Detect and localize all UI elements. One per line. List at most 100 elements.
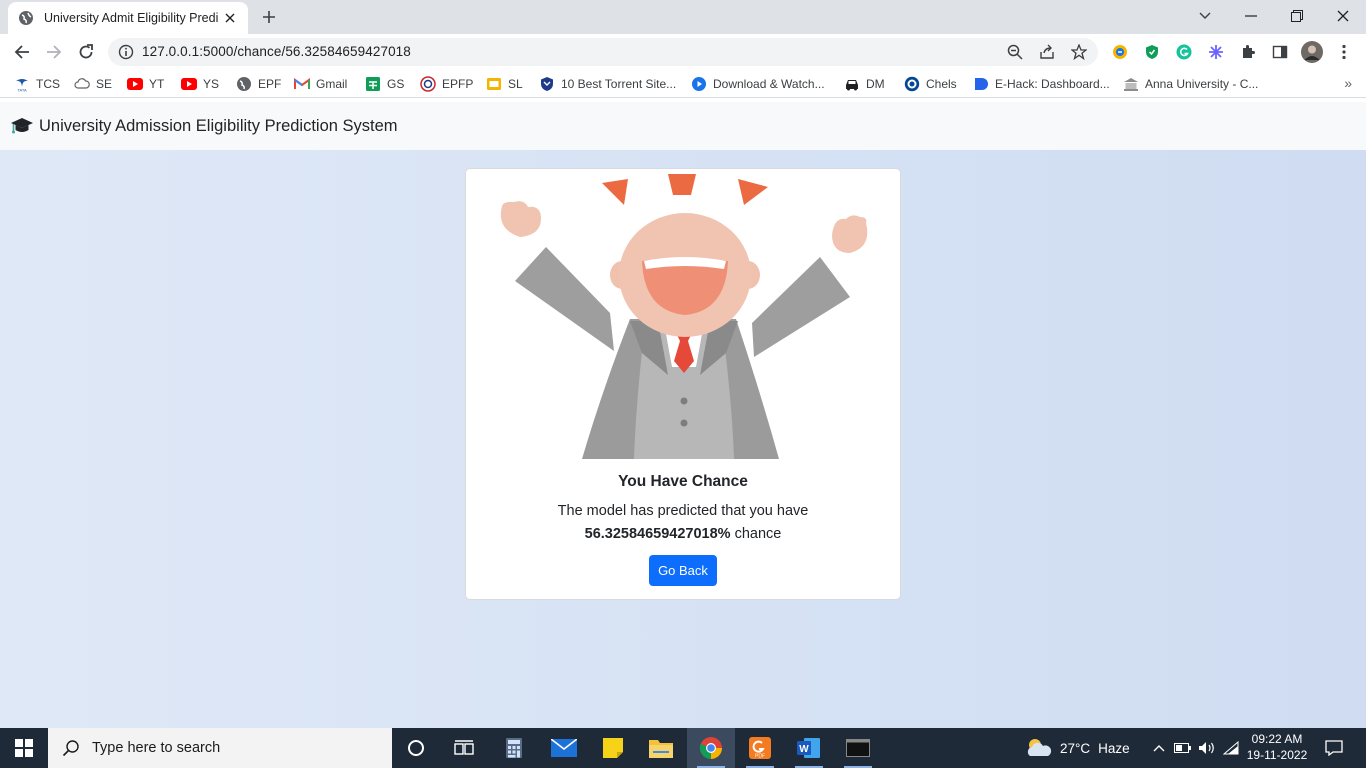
word-app[interactable]: W (785, 728, 833, 768)
page-viewport: University Admission Eligibility Predict… (0, 102, 1366, 728)
taskbar-search[interactable]: Type here to search (48, 728, 392, 768)
clock-time: 09:22 AM (1251, 732, 1303, 746)
cloud-icon (74, 76, 90, 92)
tab-title: University Admit Eligibility Prediction … (44, 11, 218, 25)
side-panel-icon[interactable] (1271, 43, 1289, 61)
sticky-notes-app[interactable] (589, 728, 637, 768)
system-clock[interactable]: 09:22 AM 19-11-2022 (1238, 731, 1316, 763)
zoom-icon[interactable] (1007, 44, 1023, 60)
weather-widget[interactable]: 27°C Haze (1024, 728, 1130, 768)
bookmark-sl[interactable]: SL (486, 75, 523, 93)
youtube-icon (127, 76, 143, 92)
close-window-button[interactable] (1320, 4, 1366, 28)
calculator-app[interactable] (490, 728, 538, 768)
restore-button[interactable] (1274, 4, 1320, 28)
url-text[interactable]: 127.0.0.1:5000/chance/56.32584659427018 (142, 44, 411, 59)
chelsea-icon (904, 76, 920, 92)
windows-logo-icon (15, 739, 33, 757)
volume-icon[interactable] (1198, 739, 1216, 757)
slides-icon (486, 76, 502, 92)
chevron-up-icon[interactable] (1150, 739, 1168, 757)
browser-tab[interactable]: University Admit Eligibility Prediction … (8, 2, 248, 34)
mail-app[interactable] (540, 728, 588, 768)
chance-value: 56.32584659427018% (584, 526, 731, 542)
bookmark-gs[interactable]: GS (365, 75, 404, 93)
bookmark-star-icon[interactable] (1070, 43, 1088, 61)
calculator-icon (506, 738, 522, 758)
tab-strip: University Admit Eligibility Prediction … (0, 0, 1366, 34)
forward-button[interactable] (41, 39, 67, 65)
bookmark-tcs[interactable]: TATA TCS (14, 75, 60, 93)
cortana-button[interactable] (392, 728, 440, 768)
graduation-cap-icon (11, 118, 33, 134)
word-icon: W (797, 738, 820, 758)
bookmark-yt[interactable]: YT (127, 75, 164, 93)
sticky-notes-icon (603, 738, 623, 758)
extension-1-icon[interactable] (1111, 43, 1129, 61)
close-tab-icon[interactable] (222, 10, 238, 26)
terminal-app[interactable] (834, 728, 882, 768)
site-brand[interactable]: University Admission Eligibility Predict… (39, 117, 398, 136)
new-tab-button[interactable] (259, 7, 279, 27)
pdf-app[interactable]: PDF (736, 728, 784, 768)
svg-text:W: W (799, 744, 809, 755)
weather-haze-icon (1027, 739, 1052, 756)
clock-date: 19-11-2022 (1246, 748, 1308, 762)
bookmark-anna-university[interactable]: Anna University - C... (1123, 75, 1258, 93)
windows-taskbar: Type here to search PDF W 27°C Haze 09:2… (0, 728, 1366, 768)
search-icon (62, 740, 79, 757)
extensions-puzzle-icon[interactable] (1239, 43, 1257, 61)
grammarly-icon[interactable] (1175, 43, 1193, 61)
battery-icon[interactable] (1174, 739, 1192, 757)
back-button[interactable] (9, 39, 35, 65)
bookmark-epfp[interactable]: EPFP (420, 75, 473, 93)
play-icon (691, 76, 707, 92)
globe-icon (18, 10, 34, 26)
sparkle-extension-icon[interactable] (1207, 43, 1225, 61)
share-icon[interactable] (1039, 44, 1055, 60)
result-message-line: The model has predicted that you have (557, 503, 809, 519)
info-icon[interactable] (118, 44, 134, 60)
epfo-icon (420, 76, 436, 92)
chrome-icon (699, 737, 722, 759)
start-button[interactable] (0, 728, 48, 768)
weather-condition: Haze (1098, 740, 1130, 756)
svg-text:TATA: TATA (17, 88, 27, 93)
search-placeholder: Type here to search (92, 740, 221, 756)
bookmark-epf[interactable]: EPF (236, 75, 281, 93)
more-menu-icon[interactable] (1335, 43, 1353, 61)
tab-search-button[interactable] (1182, 4, 1228, 28)
bookmark-torrent[interactable]: 10 Best Torrent Site... (539, 75, 676, 93)
minimize-button[interactable] (1228, 4, 1274, 28)
bookmarks-bar: TATA TCS SE YT YS EPF Gmail GS EPFP SL 1… (0, 70, 1366, 98)
address-bar[interactable]: 127.0.0.1:5000/chance/56.32584659427018 (108, 38, 1098, 66)
result-card: You Have Chance The model has predicted … (465, 168, 901, 600)
result-message: The model has predicted that you have 56… (466, 500, 900, 546)
chrome-app[interactable] (687, 728, 735, 768)
bookmark-se[interactable]: SE (74, 75, 112, 93)
bookmark-dm[interactable]: DM (844, 75, 885, 93)
youtube-icon (181, 76, 197, 92)
task-view-button[interactable] (440, 728, 488, 768)
file-explorer-app[interactable] (637, 728, 685, 768)
bookmark-chels[interactable]: Chels (904, 75, 957, 93)
pdf-reader-icon: PDF (749, 737, 771, 760)
shield-extension-icon[interactable] (1143, 43, 1161, 61)
bookmark-ys[interactable]: YS (181, 75, 219, 93)
result-title: You Have Chance (618, 473, 748, 490)
bookmarks-overflow-icon[interactable]: » (1344, 75, 1352, 91)
car-icon (844, 76, 860, 92)
terminal-icon (846, 739, 870, 757)
notifications-icon[interactable] (1324, 738, 1344, 758)
bookmark-ehack[interactable]: E-Hack: Dashboard... (973, 75, 1110, 93)
bookmark-download-watch[interactable]: Download & Watch... (691, 75, 825, 93)
site-navbar: University Admission Eligibility Predict… (0, 102, 1366, 150)
tata-icon: TATA (14, 76, 30, 92)
bookmark-gmail[interactable]: Gmail (294, 75, 347, 93)
profile-avatar[interactable] (1301, 41, 1323, 63)
go-back-button[interactable]: Go Back (649, 555, 717, 586)
university-icon (1123, 76, 1139, 92)
weather-temp: 27°C (1060, 740, 1091, 756)
gmail-icon (294, 76, 310, 92)
reload-button[interactable] (73, 39, 99, 65)
